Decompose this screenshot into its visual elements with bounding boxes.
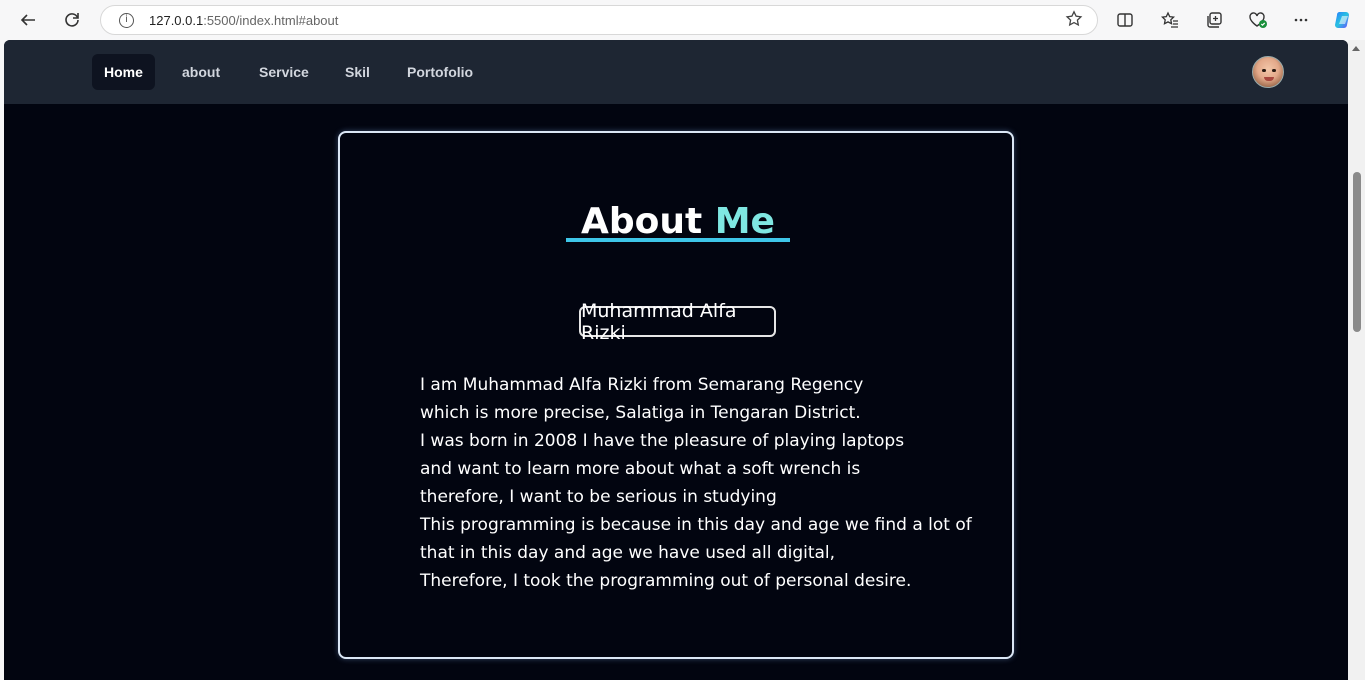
- reload-icon[interactable]: [58, 6, 86, 34]
- info-icon[interactable]: i: [119, 13, 134, 28]
- star-icon[interactable]: [1065, 10, 1083, 33]
- address-bar[interactable]: i 127.0.0.1:5500/index.html#about: [100, 5, 1098, 35]
- favorites-icon[interactable]: [1156, 6, 1184, 34]
- page-viewport: Home about Service Skil Portofolio About…: [4, 40, 1348, 680]
- url-text[interactable]: 127.0.0.1:5500/index.html#about: [149, 13, 338, 28]
- back-icon[interactable]: [14, 6, 42, 34]
- bio-line: that in this day and age we have used al…: [420, 543, 836, 563]
- nav-home[interactable]: Home: [92, 54, 155, 90]
- vertical-scrollbar[interactable]: [1348, 40, 1365, 680]
- bio-line: This programming is because in this day …: [420, 515, 972, 535]
- nav-about[interactable]: about: [170, 54, 232, 90]
- more-icon[interactable]: [1287, 6, 1315, 34]
- scroll-up-icon[interactable]: [1352, 46, 1360, 51]
- bio-line: Therefore, I took the programming out of…: [420, 571, 912, 591]
- avatar-eye: [1272, 69, 1276, 72]
- avatar-eye: [1262, 69, 1266, 72]
- bio-line: I was born in 2008 I have the pleasure o…: [420, 431, 905, 451]
- scrollbar-thumb[interactable]: [1353, 172, 1361, 332]
- browser-toolbar: i 127.0.0.1:5500/index.html#about: [0, 0, 1365, 40]
- health-icon[interactable]: [1244, 6, 1272, 34]
- nav-service[interactable]: Service: [247, 54, 321, 90]
- bio-line: which is more precise, Salatiga in Tenga…: [420, 403, 861, 423]
- bio-line: and want to learn more about what a soft…: [420, 459, 861, 479]
- avatar-mouth: [1264, 77, 1274, 81]
- split-view-icon[interactable]: [1111, 6, 1139, 34]
- avatar[interactable]: [1252, 56, 1284, 88]
- bio-line: I am Muhammad Alfa Rizki from Semarang R…: [420, 375, 864, 395]
- about-title: About Me: [581, 201, 775, 242]
- bio-text: I am Muhammad Alfa Rizki from Semarang R…: [420, 371, 980, 595]
- nav-skil[interactable]: Skil: [333, 54, 382, 90]
- about-card: About Me Muhammad Alfa Rizki I am Muhamm…: [338, 131, 1014, 659]
- copilot-icon[interactable]: [1330, 6, 1358, 34]
- collections-icon[interactable]: [1200, 6, 1228, 34]
- name-badge: Muhammad Alfa Rizki: [579, 300, 776, 344]
- about-title-accent: Me: [714, 201, 775, 242]
- nav-portofolio[interactable]: Portofolio: [395, 54, 485, 90]
- title-underline: [566, 238, 790, 242]
- navbar: Home about Service Skil Portofolio: [4, 40, 1348, 104]
- bio-line: therefore, I want to be serious in study…: [420, 487, 777, 507]
